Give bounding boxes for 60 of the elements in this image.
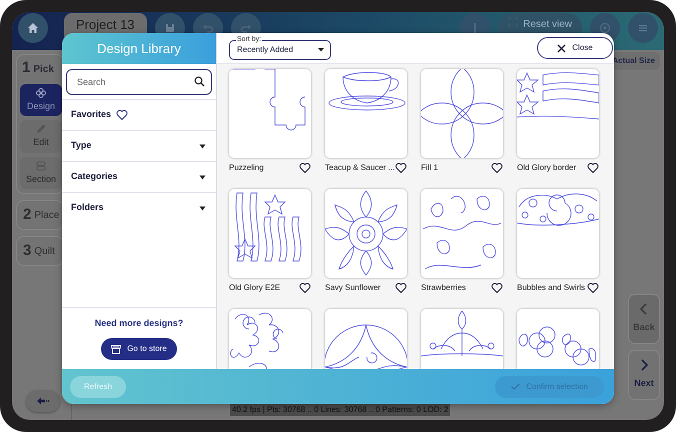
step-tab[interactable]: Section: [20, 156, 62, 189]
chevron-icon: [639, 303, 649, 316]
dialog-title: Design Library: [62, 33, 216, 64]
save-icon: [164, 22, 176, 34]
flower-icon: [35, 86, 47, 98]
design-name: Fill 1: [421, 162, 438, 174]
step-button[interactable]: 2 Place: [16, 200, 64, 230]
heart-icon[interactable]: [491, 282, 503, 294]
redo-icon: [240, 22, 252, 34]
design-name: Old Glory border: [517, 162, 576, 174]
heart-icon[interactable]: [587, 282, 599, 294]
status-bar: 40.2 fps | Pts: 30768 .. 0 Lines: 30768 .. 0 Patterns: 0 LOD: 2: [230, 404, 450, 416]
design-name: Strawberries: [421, 282, 466, 294]
nav-button[interactable]: Next: [628, 350, 660, 400]
design-thumbnail[interactable]: [229, 69, 311, 158]
filter-item[interactable]: Folders: [62, 192, 216, 223]
sort-value: Recently Added: [237, 44, 294, 56]
design-thumbnail[interactable]: [325, 69, 407, 158]
design-thumbnail[interactable]: [517, 69, 599, 158]
chevron-icon: [639, 359, 649, 372]
close-button[interactable]: Close: [537, 37, 613, 59]
home-button[interactable]: [18, 13, 48, 43]
menu-icon: [637, 22, 649, 34]
check-icon: [511, 383, 520, 390]
design-thumbnail[interactable]: [421, 69, 503, 158]
heart-icon[interactable]: [587, 162, 599, 174]
store-icon: [111, 344, 122, 354]
design-name: Savy Sunflower: [325, 282, 381, 294]
heart-icon[interactable]: [491, 162, 503, 174]
design-thumbnail[interactable]: [421, 189, 503, 278]
design-thumbnail[interactable]: [229, 189, 311, 278]
design-thumbnail[interactable]: [325, 189, 407, 278]
arrow-icon: [36, 396, 50, 406]
heart-icon[interactable]: [299, 162, 311, 174]
heart-icon[interactable]: [299, 282, 311, 294]
design-name: Old Glory E2E: [229, 282, 280, 294]
go-to-store-button[interactable]: Go to store: [101, 338, 177, 360]
filter-item[interactable]: Favorites: [62, 99, 216, 130]
heart-icon[interactable]: [395, 282, 407, 294]
search-icon: [194, 76, 205, 87]
caret-icon: [318, 48, 324, 52]
step-tab[interactable]: Edit: [20, 120, 62, 152]
filter-item[interactable]: Categories: [62, 161, 216, 192]
heart-icon[interactable]: [395, 162, 407, 174]
heart-icon: [116, 109, 128, 121]
search-field[interactable]: Search: [66, 69, 212, 95]
home-icon: [27, 22, 39, 34]
close-icon: [557, 44, 566, 52]
design-name: Teacup & Saucer ...: [325, 162, 395, 174]
filter-item[interactable]: Type: [62, 130, 216, 161]
design-name: Puzzeling: [229, 162, 264, 174]
target-icon: [599, 22, 611, 34]
step-tab[interactable]: Design: [20, 84, 62, 116]
back-button[interactable]: [26, 390, 60, 412]
design-thumbnail[interactable]: [517, 189, 599, 278]
undo-icon: [202, 22, 214, 34]
step-heading: 1 Pick: [21, 58, 55, 78]
step-button[interactable]: 3 Quilt: [16, 236, 64, 266]
store-prompt: Need more designs?: [94, 316, 184, 330]
design-name: Bubbles and Swirls: [517, 282, 586, 294]
